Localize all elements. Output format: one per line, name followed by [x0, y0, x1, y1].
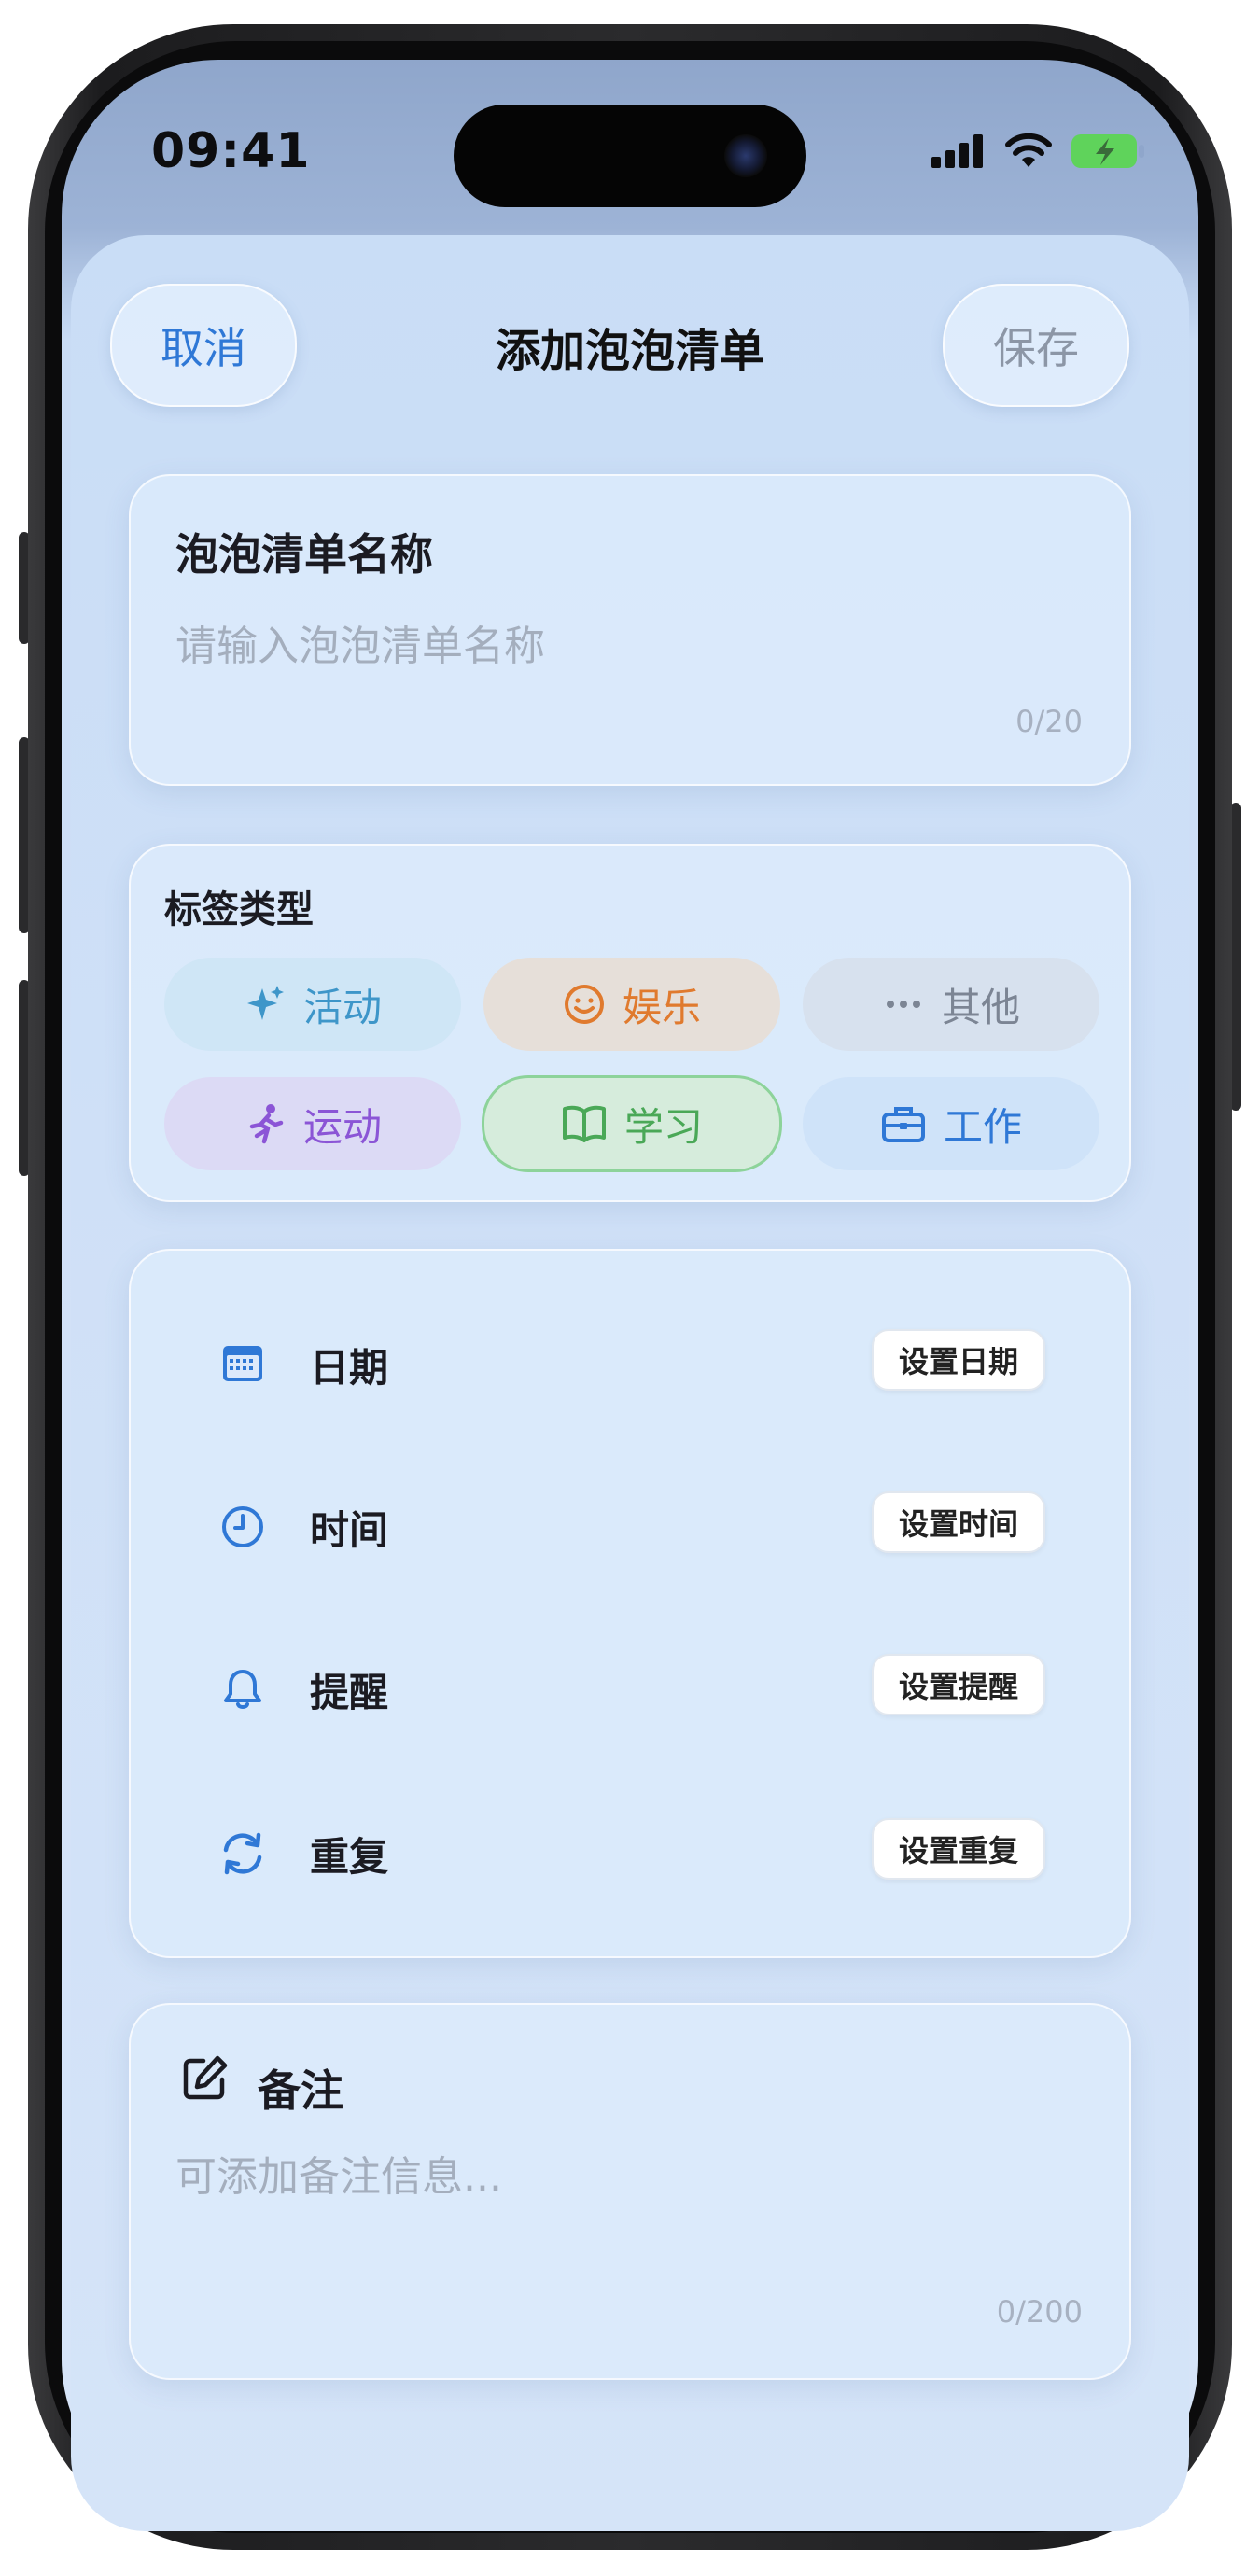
settings-card: 日期 设置日期 时间 设置时间 提醒 设置提醒 重复 设置重复 [129, 1249, 1131, 1958]
smile-icon [564, 985, 604, 1024]
tag-entertainment[interactable]: 娱乐 [483, 958, 780, 1051]
run-icon [249, 1104, 284, 1144]
name-counter: 0/20 [1015, 704, 1083, 739]
book-icon [562, 1105, 606, 1142]
battery-charging-icon [1071, 134, 1144, 168]
notes-input[interactable]: 可添加备注信息... [175, 2143, 502, 2203]
clock-icon [217, 1501, 269, 1553]
notes-card: 备注 可添加备注信息... 0/200 [129, 2003, 1131, 2380]
wifi-icon [1005, 133, 1052, 167]
set-time-button[interactable]: 设置时间 [872, 1491, 1045, 1553]
date-label: 日期 [310, 1345, 389, 1391]
sparkles-icon [246, 986, 284, 1020]
tag-label: 运动 [302, 1103, 382, 1150]
tag-other[interactable]: 其他 [803, 958, 1099, 1051]
time-label: 时间 [310, 1507, 389, 1553]
tag-label: 活动 [302, 984, 382, 1030]
tag-label: 工作 [943, 1103, 1022, 1150]
repeat-label: 重复 [310, 1834, 389, 1880]
set-reminder-button[interactable]: 设置提醒 [872, 1654, 1045, 1715]
set-date-button[interactable]: 设置日期 [872, 1329, 1045, 1391]
bell-icon [217, 1663, 269, 1715]
set-repeat-button[interactable]: 设置重复 [872, 1818, 1045, 1880]
more-icon [886, 1001, 920, 1008]
notes-label: 备注 [258, 2065, 343, 2116]
calendar-icon [217, 1337, 269, 1389]
repeat-icon [217, 1827, 269, 1880]
name-card: 泡泡清单名称 请输入泡泡清单名称 0/20 [129, 474, 1131, 786]
tags-label: 标签类型 [164, 889, 314, 931]
name-input[interactable]: 请输入泡泡清单名称 [175, 612, 545, 672]
name-label: 泡泡清单名称 [175, 529, 433, 580]
tag-label: 其他 [941, 984, 1020, 1030]
notes-counter: 0/200 [996, 2294, 1083, 2330]
tags-card: 标签类型 活动 娱乐 其他 运动 学习 工作 [129, 844, 1131, 1202]
tag-label: 学习 [623, 1103, 703, 1150]
reminder-label: 提醒 [310, 1670, 389, 1715]
save-button[interactable]: 保存 [943, 284, 1129, 407]
tag-label: 娱乐 [622, 984, 701, 1030]
front-camera [724, 134, 767, 177]
edit-icon [183, 2055, 228, 2100]
briefcase-icon [881, 1107, 925, 1142]
cellular-signal-icon [931, 134, 983, 168]
status-time: 09:41 [151, 123, 311, 179]
dynamic-island [454, 105, 806, 207]
tag-study[interactable]: 学习 [482, 1075, 782, 1172]
tag-activity[interactable]: 活动 [164, 958, 461, 1051]
tag-sport[interactable]: 运动 [164, 1077, 461, 1170]
status-icons [931, 133, 1146, 170]
tag-work[interactable]: 工作 [803, 1077, 1099, 1170]
